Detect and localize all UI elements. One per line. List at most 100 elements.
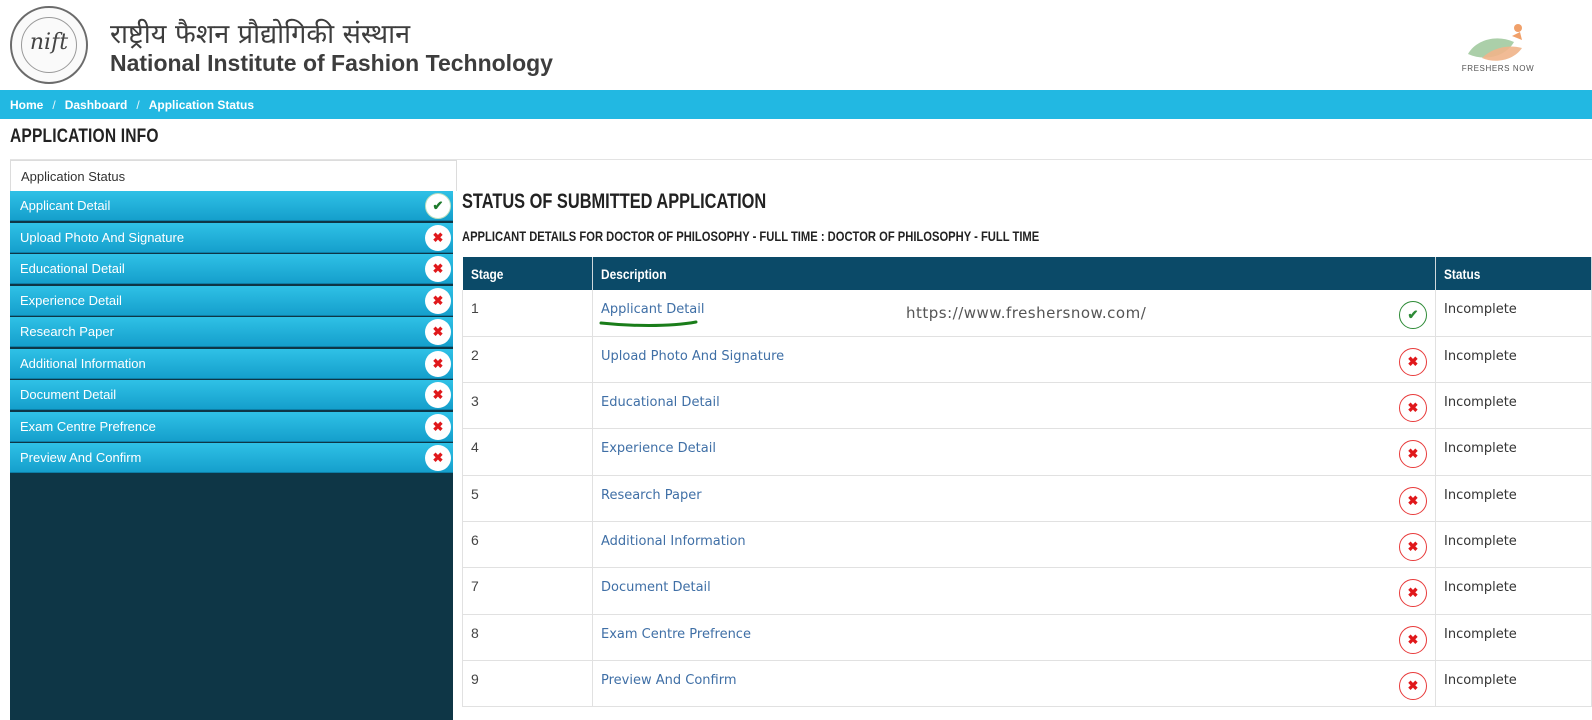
description-cell: Additional Information ✖ xyxy=(592,521,1436,569)
stage-cell: 7 xyxy=(462,567,593,615)
nift-logo[interactable]: nift xyxy=(10,6,88,84)
stage-cell: 9 xyxy=(462,660,593,708)
description-cell: Research Paper ✖ xyxy=(592,475,1436,522)
sidebar-item-label: Additional Information xyxy=(20,355,146,371)
status-cell: Incomplete xyxy=(1435,521,1592,569)
stage-cell: 5 xyxy=(462,475,593,522)
status-cell: Incomplete xyxy=(1435,660,1592,708)
table-header-row: Stage Description Status xyxy=(462,257,1592,290)
description-cell: Exam Centre Prefrence ✖ xyxy=(592,614,1436,661)
stage-cell: 3 xyxy=(462,382,593,430)
cross-icon: ✖ xyxy=(425,287,451,314)
green-underline-mark xyxy=(599,320,698,327)
status-cell: Incomplete xyxy=(1435,428,1592,476)
table-row: 8 Exam Centre Prefrence ✖ Incomplete xyxy=(462,614,1592,661)
additional-information-link[interactable]: Additional Information xyxy=(601,534,746,549)
stage-cell: 4 xyxy=(462,428,593,476)
sidebar-item-document-detail[interactable]: Document Detail ✖ xyxy=(10,380,453,410)
table-row: 2 Upload Photo And Signature ✖ Incomplet… xyxy=(462,336,1592,384)
applicant-detail-link[interactable]: Applicant Detail xyxy=(601,302,705,317)
research-paper-link[interactable]: Research Paper xyxy=(601,488,702,503)
sidebar-item-label: Experience Detail xyxy=(20,292,122,308)
sidebar-item-label: Preview And Confirm xyxy=(20,450,142,465)
sidebar-item-experience-detail[interactable]: Experience Detail ✖ xyxy=(10,285,453,316)
sidebar-item-label: Educational Detail xyxy=(20,261,125,276)
check-icon: ✔ xyxy=(1399,301,1427,329)
table-row: 3 Educational Detail ✖ Incomplete xyxy=(462,382,1592,430)
freshers-now-brand-text: FRESHERS NOW xyxy=(1461,64,1535,73)
sidebar-item-upload-photo[interactable]: Upload Photo And Signature ✖ xyxy=(10,222,453,253)
stage-cell: 6 xyxy=(462,521,593,569)
table-row: 5 Research Paper ✖ Incomplete xyxy=(462,475,1592,522)
status-cell: Incomplete xyxy=(1435,614,1592,661)
description-cell: Preview And Confirm ✖ xyxy=(592,660,1436,708)
cross-icon: ✖ xyxy=(1399,486,1427,515)
sidebar-item-additional-information[interactable]: Additional Information ✖ xyxy=(10,348,453,379)
logo-mark: nift xyxy=(29,30,69,55)
table-row: 9 Preview And Confirm ✖ Incomplete xyxy=(462,660,1592,708)
cross-icon: ✖ xyxy=(1399,440,1427,469)
sidebar-item-preview-and-confirm[interactable]: Preview And Confirm ✖ xyxy=(10,443,453,473)
description-cell: Educational Detail ✖ xyxy=(592,382,1436,430)
sidebar-item-label: Document Detail xyxy=(20,387,117,402)
site-header: nift राष्ट्रीय फैशन प्रौद्योगिकी संस्थान… xyxy=(0,0,1592,90)
cross-icon: ✖ xyxy=(1399,671,1427,700)
sidebar-item-applicant-detail[interactable]: Applicant Detail ✔ xyxy=(10,191,453,221)
stage-cell: 2 xyxy=(462,336,593,384)
stage-cell: 1 xyxy=(462,290,593,337)
sidebar-item-label: Applicant Detail xyxy=(20,198,111,213)
status-cell: Incomplete xyxy=(1435,382,1592,430)
cross-icon: ✖ xyxy=(1399,579,1427,608)
upload-photo-link[interactable]: Upload Photo And Signature xyxy=(601,349,784,364)
page-title: APPLICATION INFO xyxy=(10,126,159,147)
preview-and-confirm-link[interactable]: Preview And Confirm xyxy=(601,673,737,688)
experience-detail-link[interactable]: Experience Detail xyxy=(601,441,716,456)
english-institute-title: National Institute of Fashion Technology xyxy=(110,50,553,76)
cross-icon: ✖ xyxy=(425,224,451,251)
sidebar: Applicant Detail ✔ Upload Photo And Sign… xyxy=(10,191,453,720)
check-icon: ✔ xyxy=(425,193,451,219)
hindi-institute-title: राष्ट्रीय फैशन प्रौद्योगिकी संस्थान xyxy=(110,19,411,50)
status-heading: STATUS OF SUBMITTED APPLICATION xyxy=(462,190,767,213)
column-header-status: Status xyxy=(1435,257,1592,290)
column-header-stage: Stage xyxy=(462,257,593,290)
status-cell: Incomplete xyxy=(1435,567,1592,615)
breadcrumb-dashboard[interactable]: Dashboard xyxy=(65,98,128,112)
cross-icon: ✖ xyxy=(1399,532,1427,561)
table-row: 4 Experience Detail ✖ Incomplete xyxy=(462,428,1592,476)
breadcrumb-application-status[interactable]: Application Status xyxy=(149,98,254,112)
breadcrumb: Home / Dashboard / Application Status xyxy=(0,90,1592,119)
sidebar-item-exam-centre-preference[interactable]: Exam Centre Prefrence ✖ xyxy=(10,411,453,442)
description-cell: Experience Detail ✖ xyxy=(592,428,1436,476)
cross-icon: ✖ xyxy=(425,256,451,282)
description-cell: Document Detail ✖ xyxy=(592,567,1436,615)
cross-icon: ✖ xyxy=(425,382,451,408)
cross-icon: ✖ xyxy=(425,413,451,440)
breadcrumb-separator: / xyxy=(136,97,140,112)
sidebar-item-label: Research Paper xyxy=(20,324,114,339)
applicant-details-subheading: APPLICANT DETAILS FOR DOCTOR OF PHILOSOP… xyxy=(462,228,1040,244)
document-detail-link[interactable]: Document Detail xyxy=(601,580,711,595)
sidebar-item-label: Upload Photo And Signature xyxy=(20,229,185,245)
cross-icon: ✖ xyxy=(425,445,451,471)
sidebar-item-research-paper[interactable]: Research Paper ✖ xyxy=(10,317,453,347)
column-header-description: Description xyxy=(592,257,1436,290)
cross-icon: ✖ xyxy=(1399,347,1427,376)
tab-application-status[interactable]: Application Status xyxy=(10,160,457,191)
table-row: 7 Document Detail ✖ Incomplete xyxy=(462,567,1592,615)
sidebar-item-label: Exam Centre Prefrence xyxy=(20,418,156,434)
status-cell: Incomplete xyxy=(1435,475,1592,522)
cross-icon: ✖ xyxy=(425,350,451,377)
educational-detail-link[interactable]: Educational Detail xyxy=(601,395,720,410)
cross-icon: ✖ xyxy=(1399,625,1427,654)
breadcrumb-separator: / xyxy=(52,97,56,112)
breadcrumb-home[interactable]: Home xyxy=(10,98,43,112)
table-row: 6 Additional Information ✖ Incomplete xyxy=(462,521,1592,569)
status-cell: Incomplete xyxy=(1435,290,1592,337)
description-cell: Upload Photo And Signature ✖ xyxy=(592,336,1436,384)
status-cell: Incomplete xyxy=(1435,336,1592,384)
exam-centre-preference-link[interactable]: Exam Centre Prefrence xyxy=(601,627,751,642)
cross-icon: ✖ xyxy=(425,319,451,345)
sidebar-item-educational-detail[interactable]: Educational Detail ✖ xyxy=(10,254,453,284)
stage-cell: 8 xyxy=(462,614,593,661)
